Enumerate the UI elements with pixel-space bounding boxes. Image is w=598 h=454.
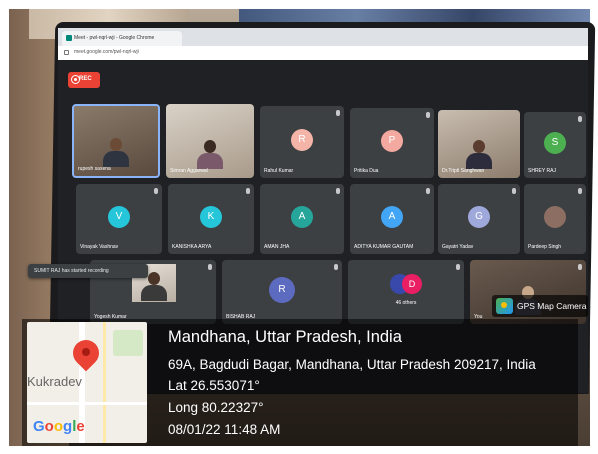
- recording-toast: SUMIT RAJ has started recording: [28, 264, 148, 278]
- participant-tile[interactable]: Simran Aggarwal: [166, 104, 254, 178]
- participant-name: Simran Aggarwal: [170, 168, 208, 174]
- mic-off-icon: [336, 188, 340, 194]
- participant-tile[interactable]: S SHREY RAJ: [524, 112, 586, 178]
- participant-name: Pardeep Singh: [528, 244, 562, 250]
- others-avatars: D: [390, 274, 422, 296]
- participant-name: Vinayak Vashnav: [80, 244, 119, 250]
- gps-badge-text: GPS Map Camera: [517, 301, 587, 311]
- participant-photo: [544, 206, 566, 228]
- others-count: 46 others: [395, 300, 417, 306]
- mic-off-icon: [512, 188, 516, 194]
- browser-tab-strip: Meet - pwl-nqrl-wji - Google Chrome: [58, 28, 588, 46]
- mic-off-icon: [578, 116, 582, 122]
- latitude: Lat 26.553071°: [168, 378, 260, 393]
- record-dot-icon: [72, 76, 79, 83]
- participant-tile[interactable]: Dr.Tripti Sanghwan: [438, 110, 520, 178]
- participant-tile[interactable]: R Rahul Kumar: [260, 106, 344, 178]
- participant-video: [464, 140, 494, 169]
- participant-video: [101, 138, 131, 167]
- participant-tile[interactable]: R BISHAB RAJ: [222, 260, 342, 324]
- date-time: 08/01/22 11:48 AM: [168, 422, 281, 437]
- meet-icon: [66, 35, 72, 41]
- mic-off-icon: [578, 264, 582, 270]
- participant-tile[interactable]: P Pritika Dua: [350, 108, 434, 178]
- participant-name: SHREY RAJ: [528, 168, 556, 174]
- map-place-label: Kukradev: [27, 374, 82, 389]
- location-title: Mandhana, Uttar Pradesh, India: [168, 328, 402, 346]
- longitude: Long 80.22327°: [168, 400, 264, 415]
- participant-tile[interactable]: A ADITYA KUMAR GAUTAM: [350, 184, 434, 254]
- other-avatar: D: [402, 274, 422, 294]
- participant-name: Pritika Dua: [354, 168, 379, 174]
- address-bar[interactable]: meet.google.com/pwl-nqrl-wji: [58, 46, 588, 60]
- mic-off-icon: [208, 264, 212, 270]
- tab-title: Meet - pwl-nqrl-wji - Google Chrome: [74, 35, 155, 41]
- participant-avatar: R: [291, 129, 313, 151]
- mic-off-icon: [426, 112, 430, 118]
- participant-name: KANISHKA ARYA: [172, 244, 212, 250]
- participant-avatar: K: [200, 206, 222, 228]
- mic-off-icon: [578, 188, 582, 194]
- participant-tile[interactable]: rupesh saxena: [72, 104, 160, 178]
- map-thumbnail: Kukradev Google: [27, 322, 147, 443]
- participant-avatar: V: [108, 206, 130, 228]
- participant-name: Rahul Kumar: [264, 168, 294, 174]
- participant-avatar: G: [468, 206, 490, 228]
- mic-off-icon: [426, 188, 430, 194]
- participant-name: Dr.Tripti Sanghwan: [442, 168, 485, 174]
- participant-avatar: R: [269, 277, 295, 303]
- recording-badge: REC: [68, 72, 100, 88]
- google-logo: Google: [33, 418, 85, 435]
- participant-video: [195, 140, 225, 169]
- participant-tile[interactable]: K KANISHKA ARYA: [168, 184, 254, 254]
- participant-tile[interactable]: G Gayatri Yadav: [438, 184, 520, 254]
- others-tile[interactable]: D 46 others: [348, 260, 464, 324]
- location-address: 69A, Bagdudi Bagar, Mandhana, Uttar Prad…: [168, 357, 536, 372]
- participant-tile[interactable]: V Vinayak Vashnav: [76, 184, 162, 254]
- participant-avatar: A: [381, 206, 403, 228]
- participant-name: rupesh saxena: [78, 166, 111, 172]
- mic-off-icon: [334, 264, 338, 270]
- gps-map-camera-badge: GPS Map Camera: [492, 295, 588, 317]
- rec-label: REC: [79, 76, 92, 82]
- gps-camera-icon: [496, 298, 513, 314]
- participant-tile[interactable]: A AMAN JHA: [260, 184, 344, 254]
- participant-name: ADITYA KUMAR GAUTAM: [354, 244, 414, 250]
- mic-off-icon: [246, 188, 250, 194]
- participant-tile[interactable]: Pardeep Singh: [524, 184, 586, 254]
- browser-tab[interactable]: Meet - pwl-nqrl-wji - Google Chrome: [62, 31, 182, 46]
- participant-avatar: S: [544, 132, 566, 154]
- participant-name: AMAN JHA: [264, 244, 290, 250]
- participant-name: Gayatri Yadav: [442, 244, 474, 250]
- participant-avatar: P: [381, 130, 403, 152]
- participant-avatar: A: [291, 206, 313, 228]
- mic-off-icon: [154, 188, 158, 194]
- mic-off-icon: [336, 110, 340, 116]
- url-text: meet.google.com/pwl-nqrl-wji: [74, 49, 139, 55]
- mic-off-icon: [456, 264, 460, 270]
- lock-icon: [64, 50, 69, 55]
